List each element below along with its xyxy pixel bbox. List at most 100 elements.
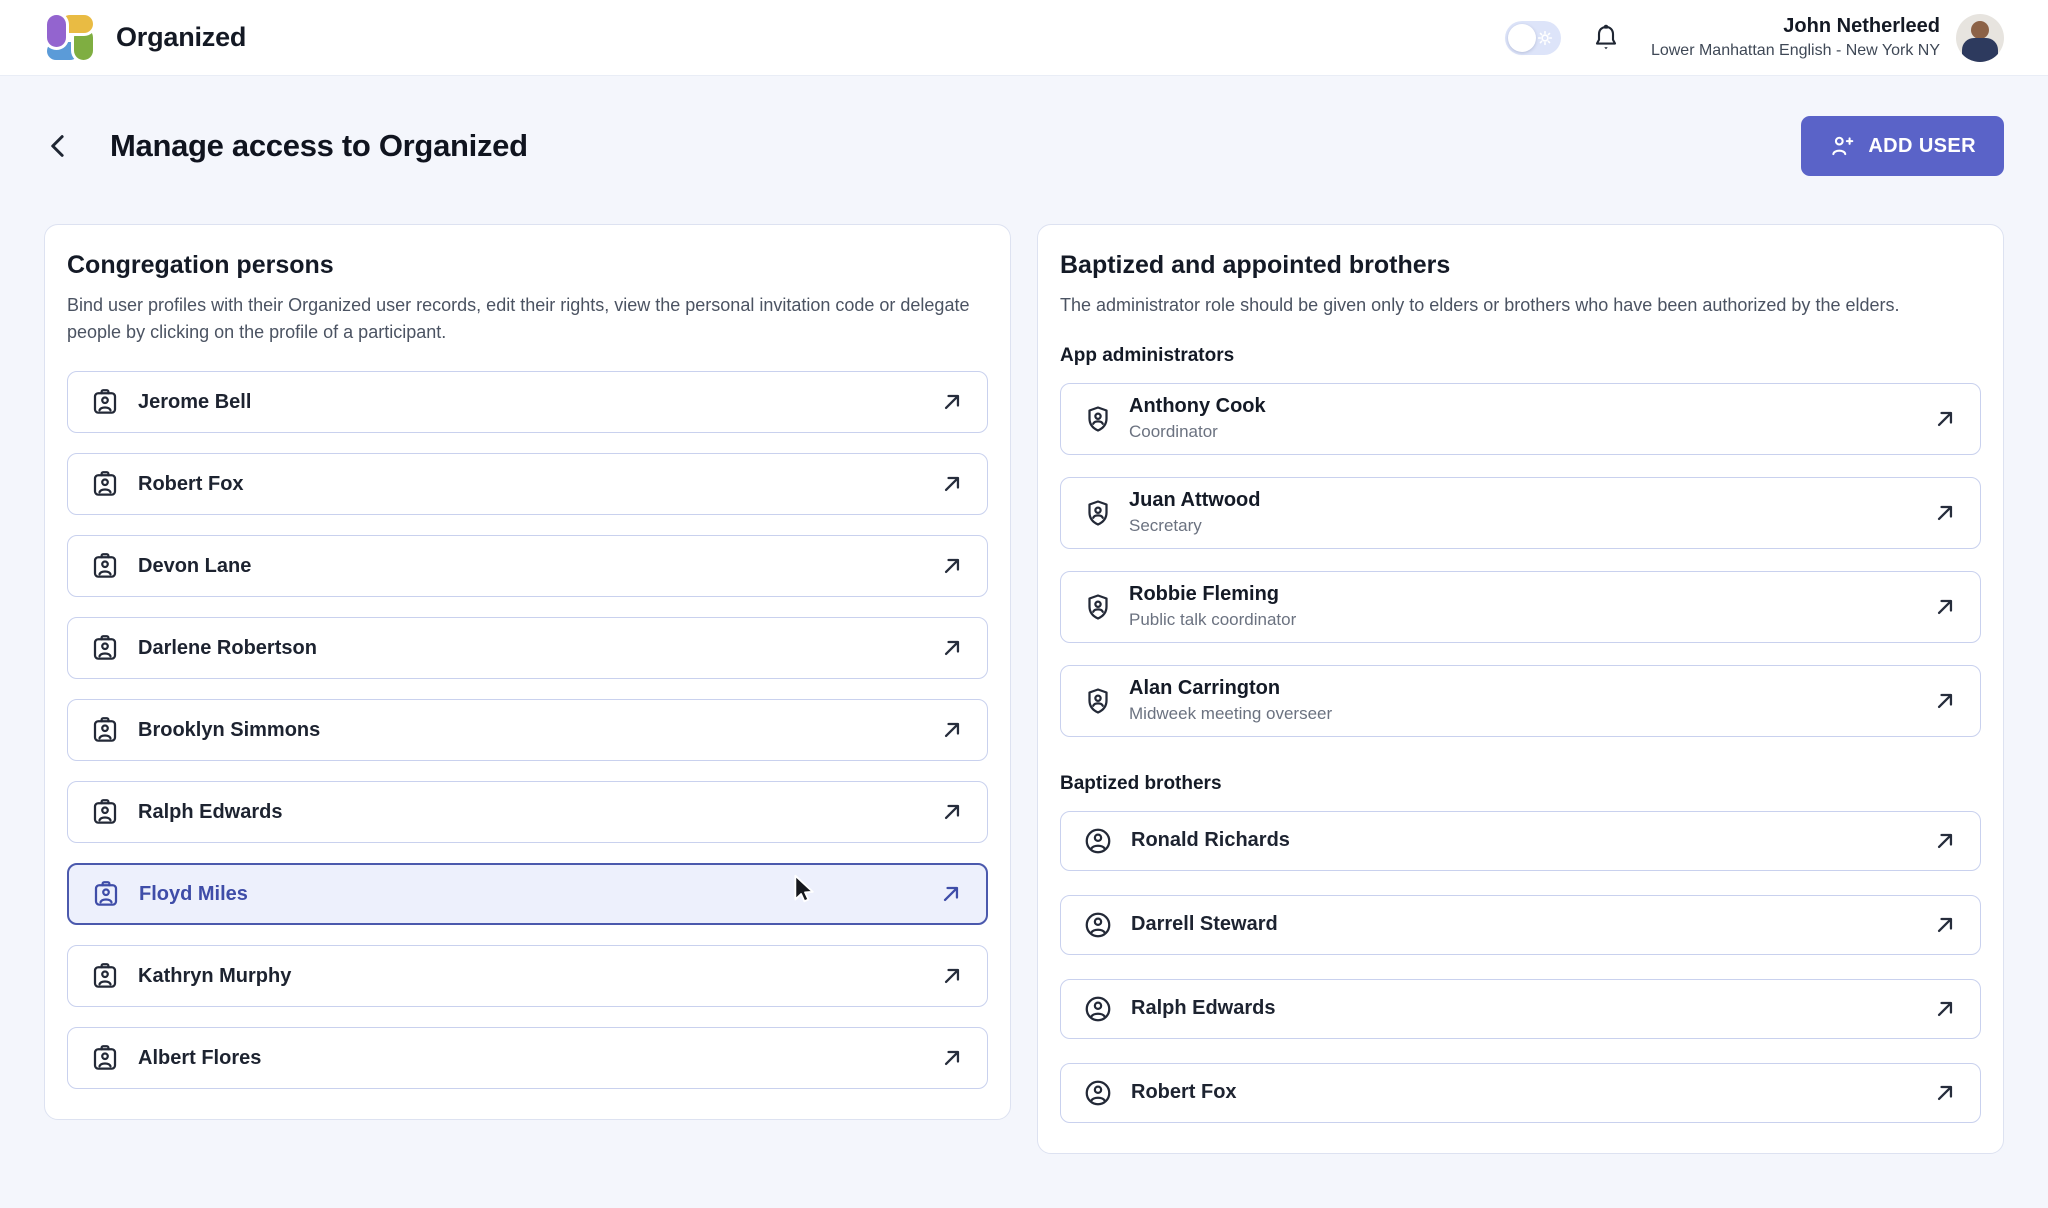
congregation-persons-panel: Congregation persons Bind user profiles …: [44, 224, 1011, 1120]
appointed-panel-description: The administrator role should be given o…: [1060, 292, 1981, 319]
open-profile-arrow-icon: [1932, 996, 1958, 1022]
congregation-person-row[interactable]: Floyd Miles: [67, 863, 988, 925]
shield-account-icon: [1083, 498, 1113, 528]
user-block: John Netherleed Lower Manhattan English …: [1651, 14, 2004, 62]
open-profile-arrow-icon: [1932, 688, 1958, 714]
account-circle-icon: [1083, 910, 1113, 940]
administrator-role: Coordinator: [1129, 422, 1266, 442]
person-plus-icon: [1829, 133, 1855, 159]
person-name: Kathryn Murphy: [138, 965, 291, 988]
user-congregation: Lower Manhattan English - New York NY: [1651, 42, 1940, 60]
person-name: Devon Lane: [138, 555, 251, 578]
add-user-label: ADD USER: [1868, 135, 1976, 158]
top-bar: Organized John Netherleed Lower Manhatta…: [0, 0, 2048, 76]
open-profile-arrow-icon: [939, 471, 965, 497]
congregation-person-row[interactable]: Brooklyn Simmons: [67, 699, 988, 761]
open-profile-arrow-icon: [939, 553, 965, 579]
congregation-panel-description: Bind user profiles with their Organized …: [67, 292, 988, 345]
administrator-row[interactable]: Alan Carrington Midweek meeting overseer: [1060, 665, 1981, 737]
shield-account-icon: [1083, 686, 1113, 716]
shield-account-icon: [1083, 592, 1113, 622]
badge-account-icon: [90, 633, 120, 663]
toggle-knob: [1508, 24, 1536, 52]
person-name: Floyd Miles: [139, 883, 248, 906]
person-name: Brooklyn Simmons: [138, 719, 320, 742]
open-profile-arrow-icon: [939, 1045, 965, 1071]
administrator-name: Juan Attwood: [1129, 489, 1260, 512]
administrator-name: Anthony Cook: [1129, 395, 1266, 418]
open-profile-arrow-icon: [1932, 594, 1958, 620]
badge-account-icon: [90, 715, 120, 745]
brother-name: Ronald Richards: [1131, 829, 1290, 852]
badge-account-icon: [90, 797, 120, 827]
administrator-role: Midweek meeting overseer: [1129, 704, 1332, 724]
congregation-person-row[interactable]: Kathryn Murphy: [67, 945, 988, 1007]
baptized-brother-row[interactable]: Darrell Steward: [1060, 895, 1981, 955]
app-administrators-list: Anthony Cook Coordinator Juan Attwood Se…: [1060, 383, 1981, 737]
person-name: Robert Fox: [138, 473, 244, 496]
administrator-name: Robbie Fleming: [1129, 583, 1296, 606]
badge-account-icon: [90, 1043, 120, 1073]
congregation-person-row[interactable]: Robert Fox: [67, 453, 988, 515]
app-administrators-label: App administrators: [1060, 345, 1981, 367]
app-logo-icon: [44, 12, 96, 64]
baptized-brother-row[interactable]: Robert Fox: [1060, 1063, 1981, 1123]
badge-account-icon: [90, 469, 120, 499]
shield-account-icon: [1083, 404, 1113, 434]
brother-name: Robert Fox: [1131, 1081, 1237, 1104]
person-name: Jerome Bell: [138, 391, 251, 414]
account-circle-icon: [1083, 1078, 1113, 1108]
open-profile-arrow-icon: [1932, 500, 1958, 526]
baptized-brother-row[interactable]: Ronald Richards: [1060, 811, 1981, 871]
sun-icon: [1537, 30, 1553, 46]
appointed-brothers-panel: Baptized and appointed brothers The admi…: [1037, 224, 2004, 1154]
administrator-row[interactable]: Anthony Cook Coordinator: [1060, 383, 1981, 455]
badge-account-icon: [91, 879, 121, 909]
open-profile-arrow-icon: [1932, 912, 1958, 938]
open-profile-arrow-icon: [939, 389, 965, 415]
badge-account-icon: [90, 551, 120, 581]
open-profile-arrow-icon: [1932, 1080, 1958, 1106]
administrator-role: Public talk coordinator: [1129, 610, 1296, 630]
congregation-panel-title: Congregation persons: [67, 251, 988, 280]
congregation-person-row[interactable]: Albert Flores: [67, 1027, 988, 1089]
brother-name: Ralph Edwards: [1131, 997, 1275, 1020]
badge-account-icon: [90, 961, 120, 991]
badge-account-icon: [90, 387, 120, 417]
appointed-panel-title: Baptized and appointed brothers: [1060, 251, 1981, 280]
administrator-row[interactable]: Robbie Fleming Public talk coordinator: [1060, 571, 1981, 643]
user-avatar[interactable]: [1956, 14, 2004, 62]
administrator-row[interactable]: Juan Attwood Secretary: [1060, 477, 1981, 549]
chevron-left-icon: [44, 131, 74, 161]
open-profile-arrow-icon: [1932, 828, 1958, 854]
account-circle-icon: [1083, 826, 1113, 856]
person-name: Albert Flores: [138, 1047, 261, 1070]
congregation-person-row[interactable]: Devon Lane: [67, 535, 988, 597]
bell-icon: [1591, 23, 1621, 53]
open-profile-arrow-icon: [939, 717, 965, 743]
back-button[interactable]: [44, 131, 74, 161]
person-name: Ralph Edwards: [138, 801, 282, 824]
user-name: John Netherleed: [1651, 15, 1940, 38]
open-profile-arrow-icon: [939, 635, 965, 661]
theme-toggle[interactable]: [1505, 21, 1561, 55]
open-profile-arrow-icon: [938, 881, 964, 907]
app-title: Organized: [116, 22, 246, 53]
person-name: Darlene Robertson: [138, 637, 317, 660]
page-title: Manage access to Organized: [110, 128, 528, 164]
open-profile-arrow-icon: [1932, 406, 1958, 432]
administrator-name: Alan Carrington: [1129, 677, 1332, 700]
congregation-person-row[interactable]: Jerome Bell: [67, 371, 988, 433]
congregation-person-row[interactable]: Darlene Robertson: [67, 617, 988, 679]
congregation-persons-list: Jerome Bell Robert Fox Devon Lane Darlen…: [67, 371, 988, 1089]
open-profile-arrow-icon: [939, 799, 965, 825]
brother-name: Darrell Steward: [1131, 913, 1278, 936]
account-circle-icon: [1083, 994, 1113, 1024]
administrator-role: Secretary: [1129, 516, 1260, 536]
notifications-button[interactable]: [1591, 23, 1621, 53]
baptized-brothers-label: Baptized brothers: [1060, 773, 1981, 795]
baptized-brother-row[interactable]: Ralph Edwards: [1060, 979, 1981, 1039]
add-user-button[interactable]: ADD USER: [1801, 116, 2004, 176]
congregation-person-row[interactable]: Ralph Edwards: [67, 781, 988, 843]
open-profile-arrow-icon: [939, 963, 965, 989]
